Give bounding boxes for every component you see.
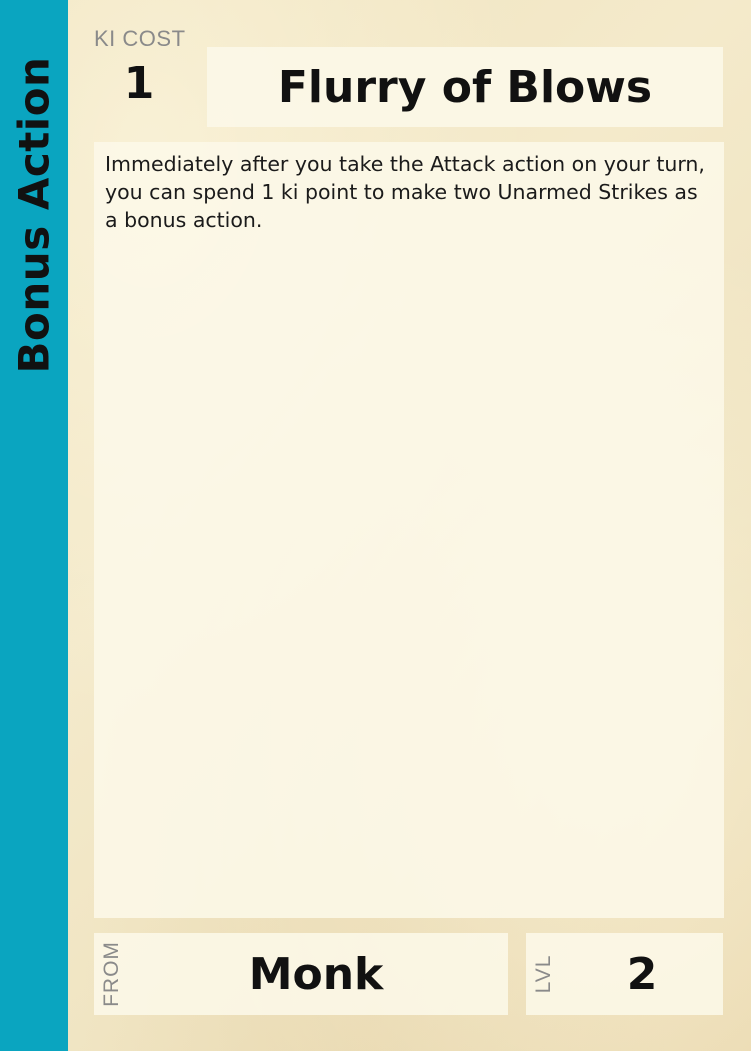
ki-cost-label: KI COST <box>94 26 186 51</box>
ability-card: Bonus Action KI COST 1 Flurry of Blows I… <box>0 0 751 1051</box>
ki-cost-value: 1 <box>123 58 155 109</box>
level-panel: LVL 2 <box>526 933 723 1015</box>
level-value: 2 <box>626 948 658 1000</box>
card-title: Flurry of Blows <box>277 61 653 113</box>
from-label: FROM <box>100 941 123 1007</box>
title-panel: Flurry of Blows <box>207 47 723 127</box>
source-class: Monk <box>248 948 384 1000</box>
source-panel: FROM Monk <box>94 933 508 1015</box>
action-type-band: Bonus Action <box>0 0 68 1051</box>
level-label: LVL <box>532 954 555 994</box>
card-description: Immediately after you take the Attack ac… <box>105 152 705 232</box>
description-panel: Immediately after you take the Attack ac… <box>94 142 724 918</box>
action-type-label: Bonus Action <box>9 56 59 374</box>
